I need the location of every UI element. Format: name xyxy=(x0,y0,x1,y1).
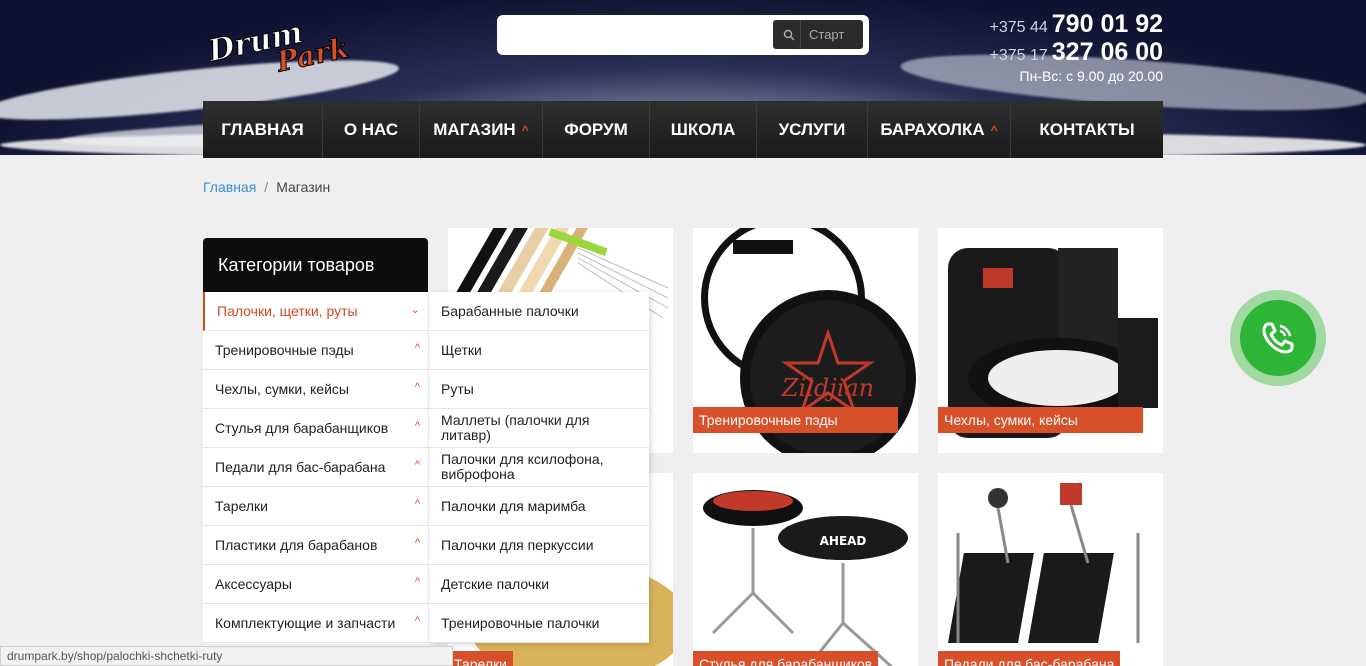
nav-item-label: ФОРУМ xyxy=(564,119,628,139)
search-button-label: Старт xyxy=(809,27,845,42)
nav-item-label: ГЛАВНАЯ xyxy=(221,119,304,139)
phone-number: 790 01 92 xyxy=(1051,10,1163,38)
search-icon xyxy=(777,20,801,49)
category-item-label: Палочки, щетки, руты xyxy=(217,303,358,319)
search-button[interactable]: Старт xyxy=(773,20,863,49)
svg-text:AHEAD: AHEAD xyxy=(820,534,867,548)
category-item-pedals[interactable]: Педали для бас-барабана ^ xyxy=(203,448,428,487)
category-item-label: Тарелки xyxy=(215,498,268,514)
nav-item-flea-market[interactable]: БАРАХОЛКА ^ xyxy=(868,101,1011,158)
product-label: Стулья для барабанщиков xyxy=(693,651,879,666)
chevron-up-icon: ^ xyxy=(414,420,420,432)
browser-status-bar: drumpark.by/shop/palochki-shchetki-ruty xyxy=(0,646,453,666)
subcategory-item[interactable]: Палочки для ксилофона, виброфона xyxy=(429,448,649,487)
category-item-label: Стулья для барабанщиков xyxy=(215,420,389,436)
nav-item-shop[interactable]: МАГАЗИН ^ xyxy=(420,101,543,158)
nav-item-home[interactable]: ГЛАВНАЯ xyxy=(203,101,323,158)
breadcrumb-current: Магазин xyxy=(276,179,331,195)
nav-item-label: МАГАЗИН xyxy=(433,119,516,139)
breadcrumb: Главная / Магазин xyxy=(203,179,330,195)
svg-text:Zildjian: Zildjian xyxy=(781,374,874,402)
subcategory-item[interactable]: Палочки для маримба xyxy=(429,487,649,526)
category-item-practice-pads[interactable]: Тренировочные пэды ^ xyxy=(203,331,428,370)
category-item-cymbals[interactable]: Тарелки ^ xyxy=(203,487,428,526)
subcategory-item[interactable]: Палочки для перкуссии xyxy=(429,526,649,565)
category-item-drumheads[interactable]: Пластики для барабанов ^ xyxy=(203,526,428,565)
subcategory-item[interactable]: Барабанные палочки xyxy=(429,292,649,331)
chevron-up-icon: ^ xyxy=(521,122,529,137)
category-item-label: Комплектующие и запчасти xyxy=(215,615,396,631)
subcategory-item[interactable]: Руты xyxy=(429,370,649,409)
category-sidebar-title: Категории товаров xyxy=(203,238,428,292)
call-button-inner xyxy=(1240,300,1316,376)
chevron-up-icon: ^ xyxy=(414,459,420,471)
nav-item-services[interactable]: УСЛУГИ xyxy=(757,101,868,158)
phone-code: +375 17 xyxy=(989,47,1048,64)
nav-item-school[interactable]: ШКОЛА xyxy=(650,101,757,158)
phone-line[interactable]: +375 44 790 01 92 xyxy=(990,12,1164,40)
chevron-up-icon: ^ xyxy=(414,537,420,549)
nav-item-contacts[interactable]: КОНТАКТЫ xyxy=(1011,101,1163,158)
category-item-accessories[interactable]: Аксессуары ^ xyxy=(203,565,428,604)
category-item-label: Чехлы, сумки, кейсы xyxy=(215,381,349,397)
contact-block: +375 44 790 01 92 +375 17 327 06 00 Пн-Вс:… xyxy=(990,12,1164,85)
product-card-practice-pads[interactable]: Zildjian Тренировочные пэды xyxy=(693,228,918,453)
phone-code: +375 44 xyxy=(989,19,1048,36)
nav-item-about[interactable]: О НАС xyxy=(323,101,420,158)
chevron-down-icon: ⌄ xyxy=(410,304,420,316)
category-item-label: Педали для бас-барабана xyxy=(215,459,386,475)
chevron-up-icon: ^ xyxy=(414,381,420,393)
subcategory-flyout: Барабанные палочки Щетки Руты Маллеты (п… xyxy=(429,292,649,643)
subcategory-item[interactable]: Детские палочки xyxy=(429,565,649,604)
chevron-up-icon: ^ xyxy=(414,342,420,354)
nav-item-label: БАРАХОЛКА xyxy=(880,119,985,139)
category-item-label: Тренировочные пэды xyxy=(215,342,354,358)
breadcrumb-separator: / xyxy=(264,179,269,195)
nav-item-label: О НАС xyxy=(343,119,399,139)
product-label: Педали для бас-барабана xyxy=(938,651,1121,666)
breadcrumb-home-link[interactable]: Главная xyxy=(203,179,256,195)
search-box: Старт xyxy=(497,15,869,55)
category-item-bags[interactable]: Чехлы, сумки, кейсы ^ xyxy=(203,370,428,409)
phone-number: 327 06 00 xyxy=(1051,38,1163,66)
chevron-up-icon: ^ xyxy=(414,576,420,588)
category-item-label: Пластики для барабанов xyxy=(215,537,378,553)
category-item-parts[interactable]: Комплектующие и запчасти ^ xyxy=(203,604,428,643)
nav-item-forum[interactable]: ФОРУМ xyxy=(543,101,650,158)
nav-item-label: КОНТАКТЫ xyxy=(1039,119,1135,139)
product-label: Тарелки xyxy=(448,651,513,666)
product-label: Чехлы, сумки, кейсы xyxy=(938,407,1143,433)
category-item-thrones[interactable]: Стулья для барабанщиков ^ xyxy=(203,409,428,448)
nav-item-label: УСЛУГИ xyxy=(778,119,846,139)
product-card-bags[interactable]: Чехлы, сумки, кейсы xyxy=(938,228,1163,453)
product-card-pedals[interactable]: Педали для бас-барабана xyxy=(938,473,1163,666)
drum-throne-image: AHEAD xyxy=(703,490,908,666)
subcategory-item[interactable]: Тренировочные палочки xyxy=(429,604,649,643)
category-item-sticks[interactable]: Палочки, щетки, руты ⌄ xyxy=(203,292,428,331)
subcategory-item[interactable]: Щетки xyxy=(429,331,649,370)
product-label: Тренировочные пэды xyxy=(693,407,898,433)
main-nav: ГЛАВНАЯ О НАС МАГАЗИН ^ ФОРУМ ШКОЛА УСЛУГ… xyxy=(203,101,1163,158)
nav-item-label: ШКОЛА xyxy=(670,119,736,139)
chevron-up-icon: ^ xyxy=(990,122,998,137)
working-hours: Пн-Вс: с 9.00 до 20.00 xyxy=(1019,68,1163,84)
chevron-up-icon: ^ xyxy=(414,498,420,510)
category-sidebar: Категории товаров Палочки, щетки, руты ⌄ … xyxy=(203,238,428,643)
category-item-label: Аксессуары xyxy=(215,576,292,592)
bass-pedal-image xyxy=(948,483,1140,643)
search-input[interactable] xyxy=(507,21,762,49)
product-card-thrones[interactable]: AHEAD Стулья для барабанщиков xyxy=(693,473,918,666)
drumpark-logo[interactable]: Drum Park xyxy=(205,14,355,74)
phone-icon xyxy=(1262,322,1294,354)
callback-button[interactable] xyxy=(1230,290,1326,386)
subcategory-item[interactable]: Маллеты (палочки для литавр) xyxy=(429,409,649,448)
chevron-up-icon: ^ xyxy=(414,615,420,627)
phone-line[interactable]: +375 17 327 06 00 xyxy=(990,40,1164,68)
